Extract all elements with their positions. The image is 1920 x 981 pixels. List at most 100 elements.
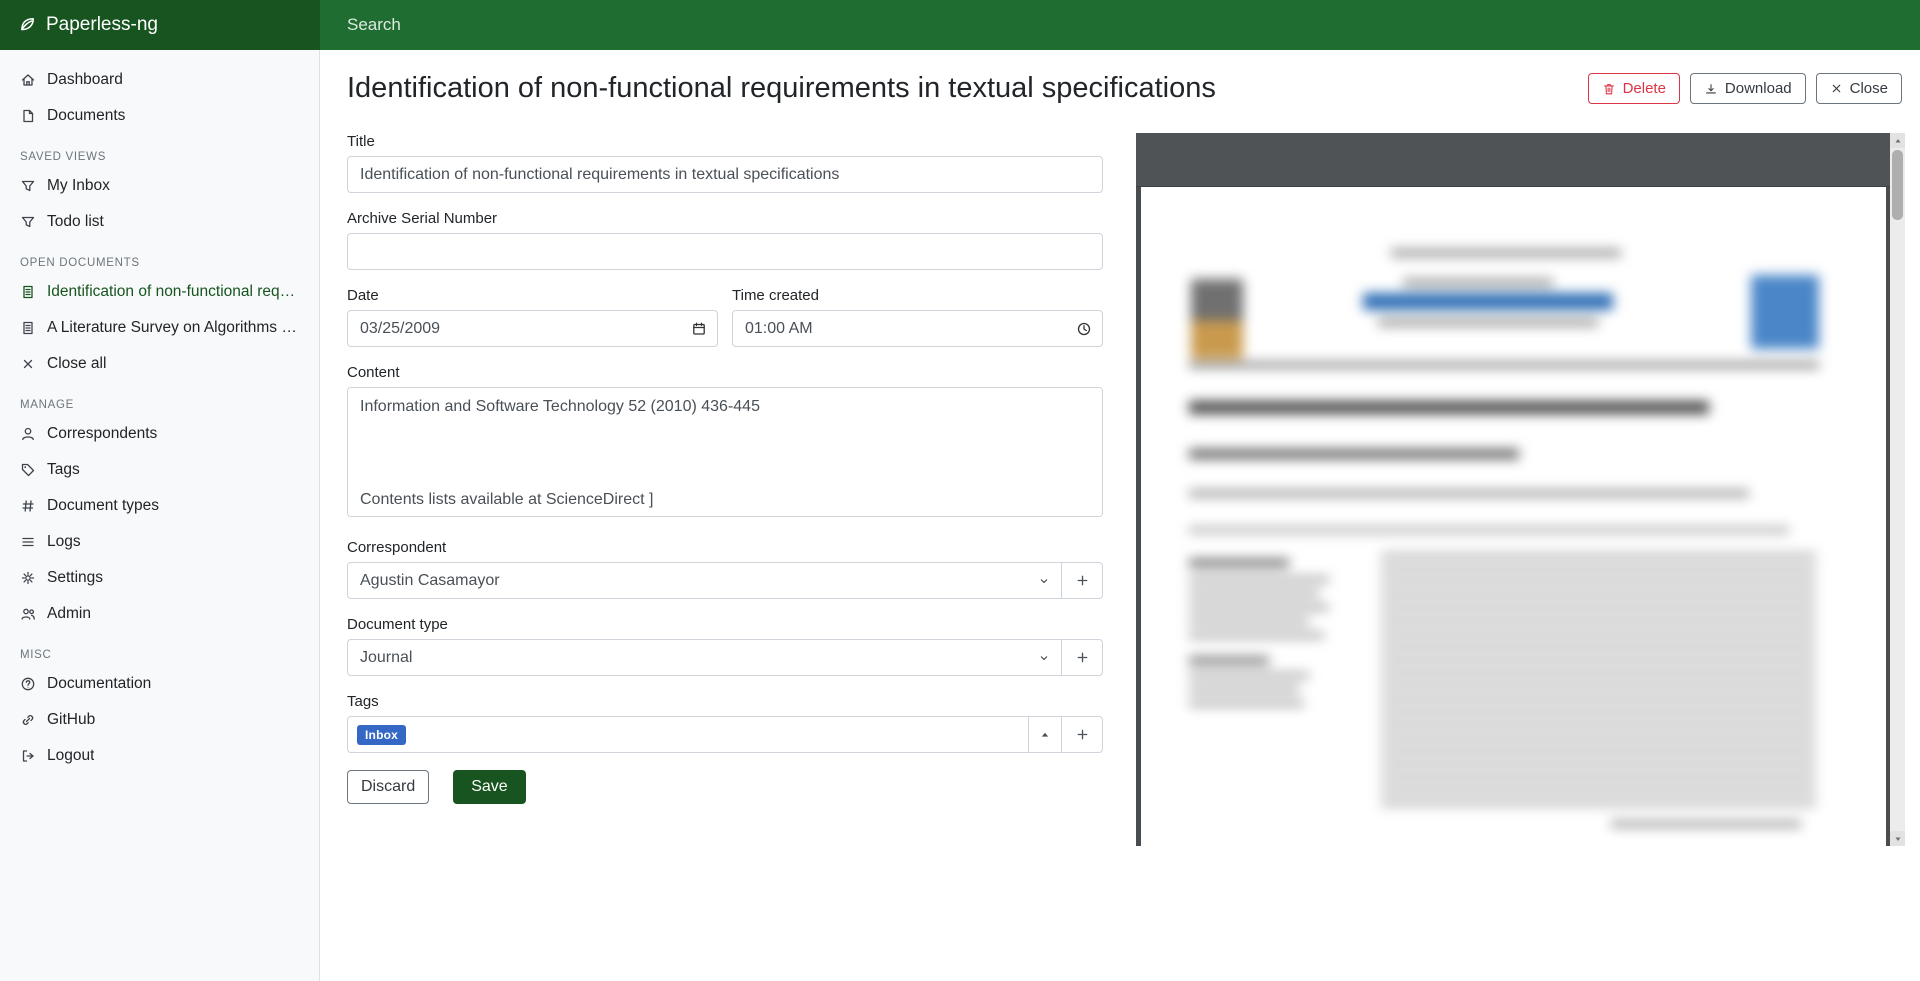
people-icon: [20, 606, 36, 622]
question-circle-icon: [20, 676, 36, 692]
archive-serial-number-label: Archive Serial Number: [347, 210, 1103, 227]
sidebar-item-logout[interactable]: Logout: [0, 738, 319, 774]
close-icon: [1830, 82, 1843, 95]
date-input[interactable]: 03/25/2009: [347, 310, 718, 347]
sidebar-open-document-2[interactable]: A Literature Survey on Algorithms for Mu…: [0, 310, 319, 346]
tags-label: Tags: [347, 693, 1103, 710]
sidebar-item-logs[interactable]: Logs: [0, 524, 319, 560]
pdf-scrollbar-thumb[interactable]: [1892, 150, 1903, 220]
section-title-misc: MISC: [0, 632, 319, 666]
sidebar-item-label: Settings: [47, 569, 103, 587]
brand-name: Paperless-ng: [46, 14, 158, 36]
plus-icon: [1075, 727, 1090, 742]
sidebar-item-document-types[interactable]: Document types: [0, 488, 319, 524]
document-edit-form: Title Archive Serial Number Date 03/25/2…: [347, 133, 1103, 846]
time-created-label: Time created: [732, 287, 1103, 304]
sidebar-item-label: Documents: [47, 107, 125, 125]
scroll-up-arrow-icon[interactable]: [1890, 133, 1905, 148]
page-title: Identification of non-functional require…: [347, 72, 1568, 105]
sidebar-item-documentation[interactable]: Documentation: [0, 666, 319, 702]
hash-icon: [20, 498, 36, 514]
calendar-icon[interactable]: [691, 321, 707, 337]
content-row: Title Archive Serial Number Date 03/25/2…: [320, 133, 1920, 846]
sidebar-open-document-1[interactable]: Identification of non-functional require…: [0, 274, 319, 310]
sidebar-item-my-inbox[interactable]: My Inbox: [0, 168, 319, 204]
pdf-viewer-toolbar: [1136, 133, 1890, 187]
document-header: Identification of non-functional require…: [320, 72, 1920, 105]
sidebar-item-label: Logout: [47, 747, 94, 765]
delete-button[interactable]: Delete: [1588, 73, 1680, 104]
sidebar-item-todo-list[interactable]: Todo list: [0, 204, 319, 240]
content-textarea[interactable]: Information and Software Technology 52 (…: [347, 387, 1103, 517]
pdf-scrollbar[interactable]: [1890, 133, 1905, 846]
download-button-label: Download: [1725, 80, 1792, 97]
scroll-down-arrow-icon[interactable]: [1890, 831, 1905, 846]
list-icon: [20, 534, 36, 550]
person-icon: [20, 426, 36, 442]
section-title-saved-views: SAVED VIEWS: [0, 134, 319, 168]
sidebar-item-label: Dashboard: [47, 71, 123, 89]
sidebar-item-label: My Inbox: [47, 177, 110, 195]
tags-input[interactable]: Inbox: [347, 716, 1029, 753]
sidebar-item-label: Document types: [47, 497, 159, 515]
discard-button[interactable]: Discard: [347, 770, 429, 804]
clock-icon[interactable]: [1076, 321, 1092, 337]
date-value: 03/25/2009: [360, 320, 440, 338]
section-title-manage: MANAGE: [0, 382, 319, 416]
document-text-icon: [20, 284, 36, 300]
sidebar-item-settings[interactable]: Settings: [0, 560, 319, 596]
time-created-input[interactable]: 01:00 AM: [732, 310, 1103, 347]
sidebar-item-label: Tags: [47, 461, 80, 479]
main-content: Identification of non-functional require…: [320, 0, 1920, 846]
correspondent-label: Correspondent: [347, 539, 1103, 556]
document-type-select[interactable]: Journal: [347, 639, 1062, 676]
time-value: 01:00 AM: [745, 320, 813, 338]
document-text-icon: [20, 320, 36, 336]
sidebar-item-admin[interactable]: Admin: [0, 596, 319, 632]
sidebar-item-tags[interactable]: Tags: [0, 452, 319, 488]
sidebar-item-dashboard[interactable]: Dashboard: [0, 62, 319, 98]
caret-up-icon: [1039, 729, 1051, 741]
close-button[interactable]: Close: [1816, 73, 1902, 104]
sidebar-item-label: Close all: [47, 355, 106, 373]
home-icon: [20, 72, 36, 88]
link-icon: [20, 712, 36, 728]
gear-icon: [20, 570, 36, 586]
pdf-preview: [1136, 133, 1905, 846]
trash-icon: [1602, 82, 1616, 96]
sidebar-item-github[interactable]: GitHub: [0, 702, 319, 738]
tags-dropdown-toggle-button[interactable]: [1028, 716, 1062, 753]
add-tag-button[interactable]: [1061, 716, 1103, 753]
sidebar-item-label: A Literature Survey on Algorithms for Mu…: [47, 319, 299, 337]
date-label: Date: [347, 287, 718, 304]
download-button[interactable]: Download: [1690, 73, 1806, 104]
download-icon: [1704, 82, 1718, 96]
brand-link[interactable]: Paperless-ng: [0, 0, 320, 50]
sidebar-item-label: Correspondents: [47, 425, 157, 443]
tag-chip-inbox[interactable]: Inbox: [357, 725, 406, 745]
section-title-open-documents: OPEN DOCUMENTS: [0, 240, 319, 274]
plus-icon: [1075, 650, 1090, 665]
sidebar-item-close-all[interactable]: Close all: [0, 346, 319, 382]
archive-serial-number-input[interactable]: [347, 233, 1103, 270]
content-label: Content: [347, 364, 1103, 381]
top-navbar: Paperless-ng: [0, 0, 1920, 50]
sidebar-item-label: Admin: [47, 605, 91, 623]
funnel-icon: [20, 214, 36, 230]
sidebar-item-label: Logs: [47, 533, 81, 551]
plus-icon: [1075, 573, 1090, 588]
title-input[interactable]: [347, 156, 1103, 193]
save-button[interactable]: Save: [453, 770, 525, 804]
add-correspondent-button[interactable]: [1061, 562, 1103, 599]
sidebar-item-correspondents[interactable]: Correspondents: [0, 416, 319, 452]
sidebar-item-documents[interactable]: Documents: [0, 98, 319, 134]
logout-icon: [20, 748, 36, 764]
correspondent-select[interactable]: Agustin Casamayor: [347, 562, 1062, 599]
sidebar-item-label: Documentation: [47, 675, 151, 693]
form-buttons: Discard Save: [347, 770, 1103, 804]
search-region: [320, 0, 1920, 50]
document-type-label: Document type: [347, 616, 1103, 633]
add-document-type-button[interactable]: [1061, 639, 1103, 676]
file-icon: [20, 108, 36, 124]
search-input[interactable]: [320, 0, 1920, 50]
